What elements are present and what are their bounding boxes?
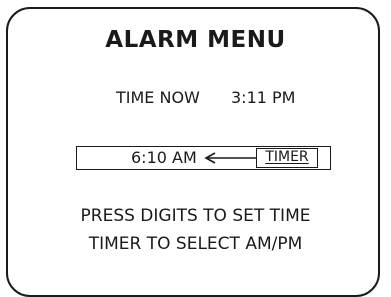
- page-title: ALARM MENU: [105, 27, 286, 53]
- timer-button[interactable]: TIMER: [256, 148, 318, 168]
- instruction-select-am-pm: TIMER TO SELECT AM/PM: [88, 234, 303, 254]
- time-now-value: 3:11 PM: [231, 88, 296, 107]
- alarm-time-value: 6:10 AM: [131, 148, 197, 167]
- time-now-label: TIME NOW: [116, 88, 200, 107]
- arrow-left-icon: [204, 152, 256, 164]
- instruction-set-time: PRESS DIGITS TO SET TIME: [80, 206, 311, 226]
